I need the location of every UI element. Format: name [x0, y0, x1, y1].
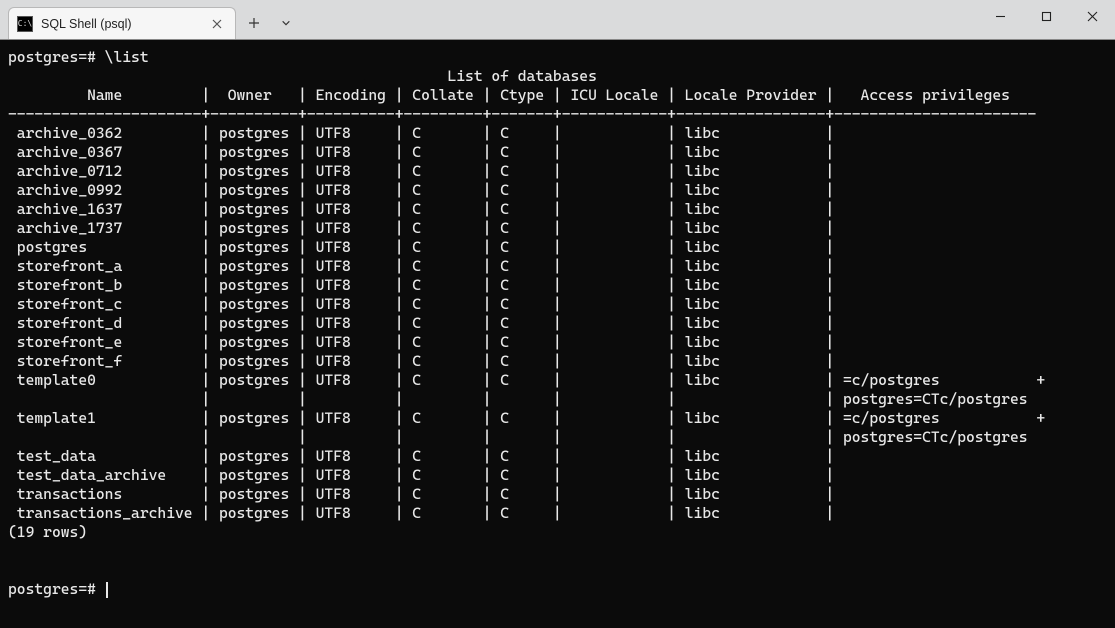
new-tab-button[interactable] — [240, 9, 268, 37]
minimize-button[interactable] — [977, 0, 1023, 32]
tab-dropdown-button[interactable] — [272, 9, 300, 37]
titlebar: C:\ SQL Shell (psql) — [0, 0, 1115, 40]
maximize-button[interactable] — [1023, 0, 1069, 32]
terminal-icon: C:\ — [17, 16, 33, 32]
close-button[interactable] — [1069, 0, 1115, 32]
window-controls — [977, 0, 1115, 32]
tab-close-button[interactable] — [209, 16, 225, 32]
tab-title: SQL Shell (psql) — [41, 17, 201, 31]
cursor — [106, 582, 108, 598]
terminal-output[interactable]: postgres=# \list List of databases Name … — [0, 40, 1115, 628]
active-tab[interactable]: C:\ SQL Shell (psql) — [8, 7, 236, 39]
